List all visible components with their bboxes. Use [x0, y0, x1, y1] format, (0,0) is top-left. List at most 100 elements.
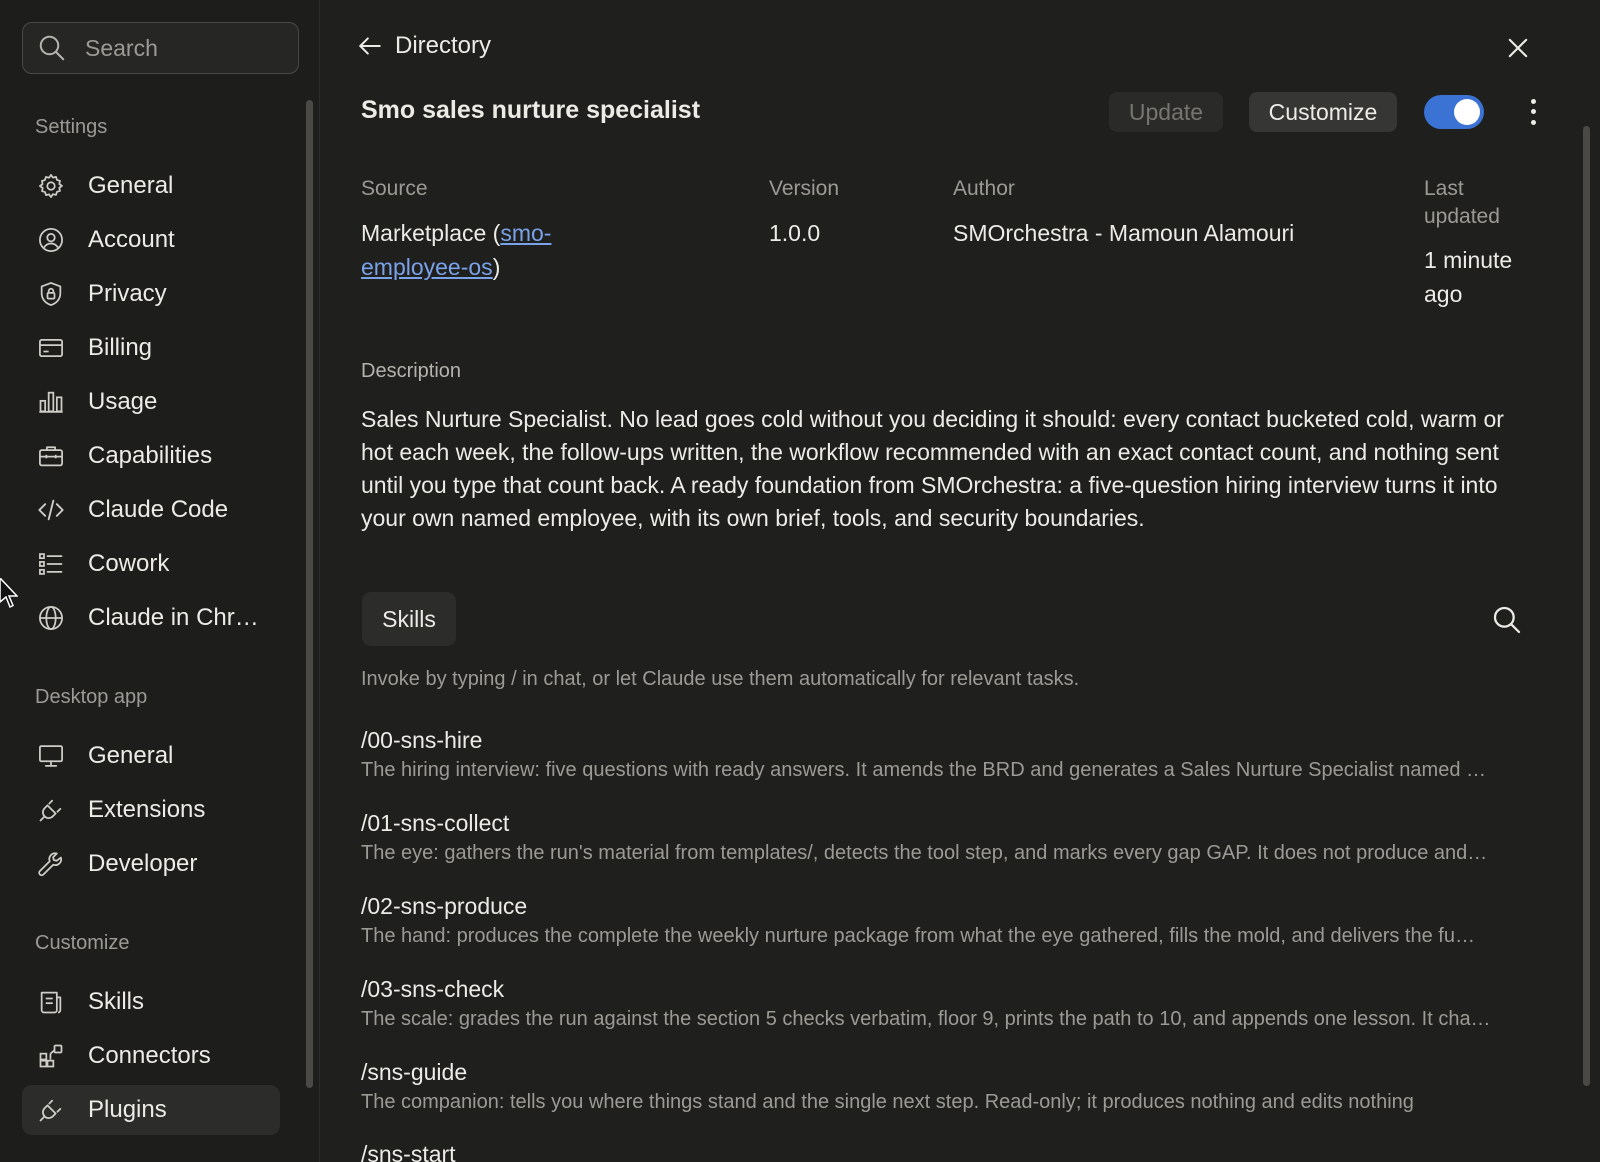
- user-circle-icon: [36, 225, 66, 255]
- last-updated-label-line: Last: [1424, 177, 1464, 200]
- sidebar-item-label: Privacy: [88, 280, 167, 307]
- sidebar-item-label: Claude in Chr…: [88, 604, 259, 631]
- sidebar-item-general[interactable]: General: [22, 161, 280, 211]
- skill-item[interactable]: /02-sns-produce The hand: produces the c…: [361, 891, 1541, 951]
- main-scrollbar[interactable]: [1583, 126, 1590, 1086]
- sidebar-item-label: Connectors: [88, 1042, 211, 1069]
- last-updated-label-line: updated: [1424, 205, 1500, 228]
- source-prefix: Marketplace (: [361, 220, 501, 246]
- sidebar-item-label: General: [88, 742, 174, 769]
- mouse-cursor-icon: [0, 578, 18, 609]
- sidebar-item-claude-in-chrome[interactable]: Claude in Chr…: [22, 593, 280, 643]
- sidebar-item-label: General: [88, 172, 174, 199]
- skill-name: /sns-guide: [361, 1059, 468, 1085]
- author-label: Author: [953, 177, 1015, 200]
- monitor-icon: [36, 741, 66, 771]
- bar-chart-icon: [36, 387, 66, 417]
- globe-icon: [36, 603, 66, 633]
- sidebar-item-cowork[interactable]: Cowork: [22, 539, 280, 589]
- back-label: Directory: [395, 32, 492, 59]
- skills-icon: [36, 987, 66, 1017]
- sidebar-item-label: Extensions: [88, 796, 206, 823]
- sidebar-item-usage[interactable]: Usage: [22, 377, 280, 427]
- sidebar-item-label: Developer: [88, 850, 198, 877]
- skills-hint: Invoke by typing / in chat, or let Claud…: [361, 668, 1080, 690]
- sidebar-item-label: Claude Code: [88, 496, 229, 523]
- source-value: Marketplace (smo-employee-os): [361, 216, 551, 284]
- last-updated-value: 1 minute ago: [1424, 243, 1512, 311]
- sidebar-item-billing[interactable]: Billing: [22, 323, 280, 373]
- shield-lock-icon: [36, 279, 66, 309]
- sidebar-item-label: Skills: [88, 988, 145, 1015]
- connectors-icon: [36, 1041, 66, 1071]
- customize-button[interactable]: Customize: [1249, 92, 1397, 132]
- arrow-left-icon: [359, 37, 381, 55]
- settings-group-label: Settings: [35, 116, 108, 138]
- toolbox-icon: [36, 441, 66, 471]
- last-updated-label: Last updated: [1424, 175, 1500, 231]
- plug-icon: [36, 795, 66, 825]
- more-options-icon[interactable]: [1521, 96, 1545, 128]
- tab-skills[interactable]: Skills: [362, 592, 456, 646]
- skill-item[interactable]: /01-sns-collect The eye: gathers the run…: [361, 808, 1541, 868]
- back-to-directory[interactable]: Directory: [357, 32, 491, 60]
- sidebar-scrollbar[interactable]: [306, 100, 313, 1088]
- skill-item[interactable]: /03-sns-check The scale: grades the run …: [361, 974, 1541, 1034]
- skill-description: The hand: produces the complete the week…: [361, 925, 1475, 947]
- skill-description: The scale: grades the run against the se…: [361, 1008, 1491, 1030]
- sidebar-item-label: Usage: [88, 388, 158, 415]
- search-icon: [39, 35, 65, 61]
- code-icon: [36, 495, 66, 525]
- plug-icon: [36, 1095, 66, 1125]
- version-value: 1.0.0: [769, 220, 821, 246]
- plugin-detail-panel: Directory Smo sales nurture specialist U…: [321, 0, 1600, 1162]
- gear-icon: [36, 171, 66, 201]
- search-box[interactable]: [22, 22, 299, 74]
- skill-description: The hiring interview: five questions wit…: [361, 759, 1486, 781]
- sidebar-item-label: Capabilities: [88, 442, 213, 469]
- source-label: Source: [361, 177, 428, 200]
- skill-name: /00-sns-hire: [361, 727, 483, 753]
- sidebar-item-label: Billing: [88, 334, 153, 361]
- sidebar-item-desktop-general[interactable]: General: [22, 731, 280, 781]
- source-suffix: ): [492, 254, 501, 280]
- source-link[interactable]: smo-: [500, 220, 551, 246]
- version-label: Version: [769, 177, 840, 200]
- skill-description: The eye: gathers the run's material from…: [361, 842, 1488, 864]
- sidebar-item-capabilities[interactable]: Capabilities: [22, 431, 280, 481]
- toggle-knob: [1454, 99, 1480, 125]
- close-icon[interactable]: [1504, 34, 1532, 62]
- skill-item[interactable]: /00-sns-hire The hiring interview: five …: [361, 725, 1541, 785]
- credit-card-icon: [36, 333, 66, 363]
- description-text: Sales Nurture Specialist. No lead goes c…: [361, 406, 1504, 531]
- skill-name: /01-sns-collect: [361, 810, 510, 836]
- customize-group-label: Customize: [35, 932, 130, 954]
- sidebar-item-label: Cowork: [88, 550, 170, 577]
- skill-description: The companion: tells you where things st…: [361, 1091, 1414, 1113]
- search-icon[interactable]: [1491, 604, 1523, 636]
- sidebar-item-developer[interactable]: Developer: [22, 839, 280, 889]
- sidebar-item-account[interactable]: Account: [22, 215, 280, 265]
- sidebar-item-plugins[interactable]: Plugins: [22, 1085, 280, 1135]
- update-button[interactable]: Update: [1109, 92, 1223, 132]
- author-value: SMOrchestra - Mamoun Alamouri: [953, 220, 1295, 246]
- settings-sidebar: Settings General Account Privacy Billing…: [0, 0, 320, 1162]
- source-link[interactable]: employee-os: [361, 254, 493, 280]
- skill-item[interactable]: /sns-start: [361, 1139, 1541, 1162]
- last-updated-value-line: ago: [1424, 281, 1463, 307]
- wrench-icon: [36, 849, 66, 879]
- sidebar-item-extensions[interactable]: Extensions: [22, 785, 280, 835]
- sidebar-item-claude-code[interactable]: Claude Code: [22, 485, 280, 535]
- sidebar-item-label: Account: [88, 226, 175, 253]
- sidebar-item-skills[interactable]: Skills: [22, 977, 280, 1027]
- plugin-title: Smo sales nurture specialist: [361, 96, 701, 124]
- skill-name: /03-sns-check: [361, 976, 505, 1002]
- last-updated-value-line: 1 minute: [1424, 247, 1513, 273]
- search-input[interactable]: [85, 34, 275, 62]
- sidebar-item-connectors[interactable]: Connectors: [22, 1031, 280, 1081]
- sidebar-item-privacy[interactable]: Privacy: [22, 269, 280, 319]
- desktop-group-label: Desktop app: [35, 686, 148, 708]
- plugin-enabled-toggle[interactable]: [1424, 95, 1484, 129]
- skill-item[interactable]: /sns-guide The companion: tells you wher…: [361, 1057, 1541, 1117]
- skill-name: /sns-start: [361, 1141, 456, 1162]
